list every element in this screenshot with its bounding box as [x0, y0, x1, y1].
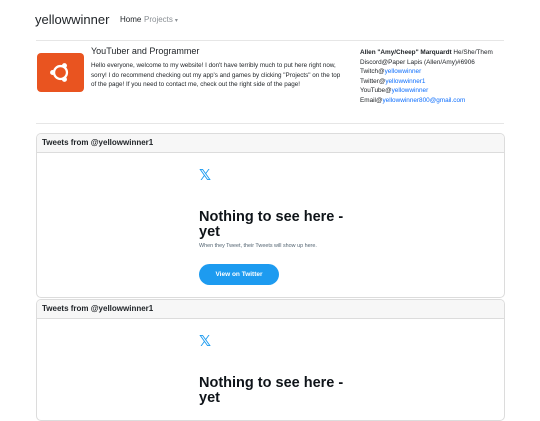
- profile-info: Allen "Amy/Cheep" Marquardt He/She/Them …: [360, 48, 530, 106]
- youtube-label: YouTube@: [360, 87, 392, 95]
- tweets-card: Tweets from @yellowwinner1 𝕏 Nothing to …: [36, 299, 505, 421]
- twitch-label: Twitch@: [360, 68, 385, 76]
- header-divider: [36, 40, 504, 41]
- youtube-row: YouTube@yellowwinner: [360, 86, 530, 96]
- intro-title: YouTuber and Programmer: [91, 46, 200, 56]
- tweets-card: Tweets from @yellowwinner1 𝕏 Nothing to …: [36, 133, 505, 298]
- email-link[interactable]: yellowwinner800@gmail.com: [382, 97, 465, 104]
- email-label: Email@: [360, 96, 383, 104]
- nav-projects-dropdown[interactable]: Projects ▾: [144, 15, 178, 24]
- discord-label: Discord@: [360, 58, 389, 66]
- youtube-link[interactable]: yellowwinner: [392, 87, 429, 94]
- profile-name: Allen "Amy/Cheep" Marquardt: [360, 49, 452, 56]
- ubuntu-logo-icon: [37, 53, 84, 92]
- profile-pronouns: He/She/Them: [453, 49, 493, 56]
- tweets-card-header: Tweets from @yellowwinner1: [37, 134, 504, 153]
- empty-state-title: Nothing to see here - yet: [199, 375, 344, 406]
- intro-text: Hello everyone, welcome to my website! I…: [91, 62, 341, 89]
- twitch-row: Twitch@yellowwinner: [360, 67, 530, 77]
- twitter-row: Twitter@yellowwinner1: [360, 77, 530, 87]
- x-logo-icon: 𝕏: [199, 166, 212, 184]
- discord-value: Paper Lapis (Allen/Amy)#6906: [388, 58, 475, 66]
- email-row: Email@yellowwinner800@gmail.com: [360, 96, 530, 106]
- twitter-link[interactable]: yellowwinner1: [385, 78, 425, 85]
- discord-row: Discord@Paper Lapis (Allen/Amy)#6906: [360, 58, 530, 68]
- x-logo-icon: 𝕏: [199, 332, 212, 350]
- view-on-twitter-button[interactable]: View on Twitter: [199, 264, 279, 285]
- nav-projects-label: Projects: [144, 15, 173, 24]
- nav-home-link[interactable]: Home: [120, 15, 141, 24]
- section-divider: [36, 123, 504, 124]
- twitter-label: Twitter@: [360, 77, 386, 85]
- tweets-card-header: Tweets from @yellowwinner1: [37, 300, 504, 319]
- empty-state-subtitle: When they Tweet, their Tweets will show …: [199, 243, 317, 249]
- brand-link[interactable]: yellowwinner: [35, 12, 109, 27]
- chevron-down-icon: ▾: [174, 18, 178, 24]
- empty-state-title: Nothing to see here - yet: [199, 209, 344, 240]
- profile-name-row: Allen "Amy/Cheep" Marquardt He/She/Them: [360, 48, 530, 58]
- ubuntu-circle-icon: [50, 63, 69, 82]
- twitch-link[interactable]: yellowwinner: [385, 68, 422, 75]
- navbar: yellowwinner Home Projects ▾: [0, 0, 540, 40]
